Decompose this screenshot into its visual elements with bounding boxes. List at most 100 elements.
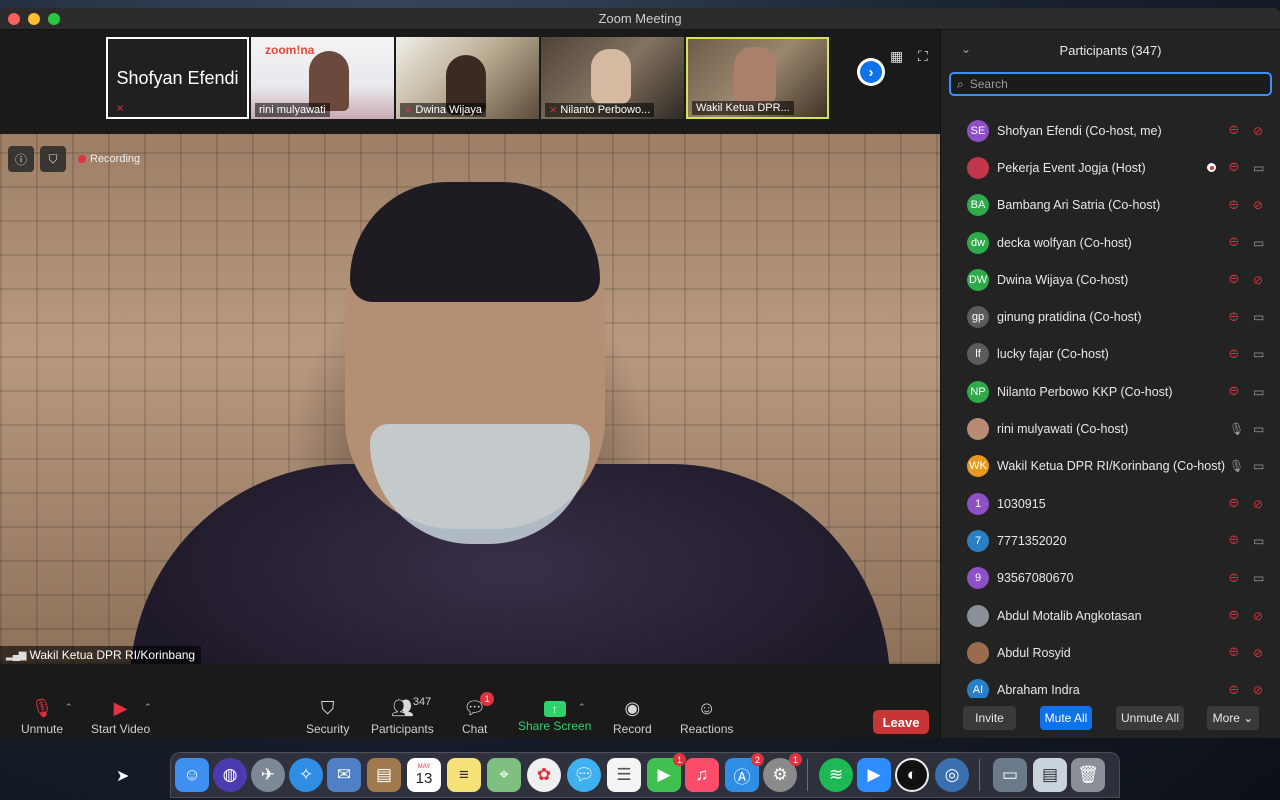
downloads-folder-icon[interactable]: ▭ xyxy=(993,758,1027,792)
participant-row[interactable]: BA Bambang Ari Satria (Co-host) ⨸ ⊘ xyxy=(941,187,1280,224)
participant-name: Shofyan Efendi (Co-host, me) xyxy=(997,123,1162,138)
shield-icon: ⛉ xyxy=(320,698,335,718)
mic-muted-icon: ⨸ xyxy=(1229,570,1239,585)
gallery-view-icon[interactable]: ▦ xyxy=(890,48,903,65)
mic-muted-icon: ⨸ xyxy=(1229,645,1239,660)
participant-row[interactable]: Pekerja Event Jogja (Host) ⨸ ▭ xyxy=(941,149,1280,186)
video-icon: ▭ xyxy=(1253,384,1265,399)
participant-row[interactable]: WK Wakil Ketua DPR RI/Korinbang (Co-host)… xyxy=(941,448,1280,485)
chat-bubble-icon: 💬︎ 1 xyxy=(463,692,495,720)
trash-icon[interactable]: 🗑︎ xyxy=(1071,758,1105,792)
app-store-icon[interactable]: Ⓐ 2 xyxy=(725,753,764,792)
safari-icon[interactable]: ✧ xyxy=(289,758,323,792)
obs-icon[interactable]: ◐ xyxy=(895,758,929,792)
chevron-down-icon[interactable]: ⌄ xyxy=(961,42,971,56)
messages-icon[interactable]: 💬︎ xyxy=(567,758,601,792)
participants-button[interactable]: 👥︎ 347 Participants xyxy=(371,696,434,736)
notes-icon[interactable]: ≡ xyxy=(447,758,481,792)
thumbnail-wakil-ketua[interactable]: Wakil Ketua DPR... xyxy=(686,37,829,119)
participant-row[interactable]: gp ginung pratidina (Co-host) ⨸ ▭ xyxy=(941,298,1280,335)
info-icon[interactable]: ⓘ xyxy=(8,146,34,172)
video-icon: ▭ xyxy=(1253,459,1265,474)
thumbnail-mic: ⨯ xyxy=(112,102,128,115)
participant-row[interactable]: 7 7771352020 ⨸ ▭ xyxy=(941,522,1280,559)
next-page-button[interactable]: › xyxy=(857,58,885,86)
participant-name: Dwina Wijaya (Co-host) xyxy=(997,272,1129,287)
siri-icon[interactable]: ◍ xyxy=(213,758,247,792)
zoom-icon[interactable]: ▶︎ xyxy=(857,758,891,792)
participant-row[interactable]: Abdul Motalib Angkotasan ⨸ ⊘ xyxy=(941,597,1280,634)
participant-row[interactable]: DW Dwina Wijaya (Co-host) ⨸ ⊘ xyxy=(941,261,1280,298)
mail-icon[interactable]: ✉ xyxy=(327,758,361,792)
thumbnail-dwina[interactable]: ⨯ Dwina Wijaya xyxy=(396,37,539,119)
share-options-caret-icon[interactable]: ⌃ xyxy=(578,702,586,713)
maps-icon[interactable]: ⌖ xyxy=(487,758,521,792)
unmute-all-button[interactable]: Unmute All xyxy=(1116,706,1184,730)
video-icon: ▭ xyxy=(1253,160,1265,175)
maximize-window-button[interactable] xyxy=(48,13,60,25)
participant-name: lucky fajar (Co-host) xyxy=(997,347,1109,362)
participant-row[interactable]: dw decka wolfyan (Co-host) ⨸ ▭ xyxy=(941,224,1280,261)
reactions-label: Reactions xyxy=(680,722,734,736)
participant-row[interactable]: AI Abraham Indra ⨸ ⊘ xyxy=(941,671,1280,698)
video-icon: ▭ xyxy=(1253,347,1265,362)
unmute-button[interactable]: 🎙︎ Unmute xyxy=(21,698,63,736)
system-preferences-icon[interactable]: ⚙ 1 xyxy=(763,753,802,792)
record-button[interactable]: ◉ Record xyxy=(613,698,652,736)
audio-options-caret-icon[interactable]: ⌃ xyxy=(65,702,73,713)
mic-muted-icon: ⨸ xyxy=(1229,197,1239,212)
participant-row[interactable]: 9 93567080670 ⨸ ▭ xyxy=(941,560,1280,597)
facetime-icon[interactable]: ▶︎ 1 xyxy=(647,753,686,792)
participant-row[interactable]: Abdul Rosyid ⨸ ⊘ xyxy=(941,634,1280,671)
leave-button[interactable]: Leave xyxy=(873,710,929,734)
security-button[interactable]: ⛉ Security xyxy=(306,698,349,736)
mic-muted-icon: ⨸ xyxy=(1229,123,1239,138)
participant-video xyxy=(309,51,349,111)
thumbnail-shofyan[interactable]: Shofyan Efendi ⨯ xyxy=(106,37,249,119)
more-button[interactable]: More ⌄ xyxy=(1207,706,1259,730)
panel-header: ⌄ Participants (347) xyxy=(941,30,1280,70)
documents-stack-icon[interactable]: ▤ xyxy=(1033,758,1067,792)
thumbnail-big-name: Shofyan Efendi xyxy=(116,67,239,88)
chat-button[interactable]: 💬︎ 1 Chat xyxy=(462,692,495,736)
webex-icon[interactable]: ◎ xyxy=(935,758,969,792)
participant-row[interactable]: NP Nilanto Perbowo KKP (Co-host) ⨸ ▭ xyxy=(941,373,1280,410)
music-icon[interactable]: ♫ xyxy=(685,758,719,792)
calendar-icon[interactable]: MAY 13 xyxy=(407,758,441,792)
launchpad-icon[interactable]: ✈ xyxy=(251,758,285,792)
mute-all-button[interactable]: Mute All xyxy=(1040,706,1092,730)
participant-name: Abdul Motalib Angkotasan xyxy=(997,608,1142,623)
photos-icon[interactable]: ✿ xyxy=(527,758,561,792)
spotify-icon[interactable]: ≋ xyxy=(819,758,853,792)
participant-row[interactable]: SE Shofyan Efendi (Co-host, me) ⨸ ⊘ xyxy=(941,112,1280,149)
speaker-hair xyxy=(350,182,600,302)
participant-name: 1030915 xyxy=(997,496,1046,511)
finder-icon[interactable]: ☺ xyxy=(175,758,209,792)
recording-indicator: Recording xyxy=(78,153,140,165)
participant-name: Nilanto Perbowo KKP (Co-host) xyxy=(997,384,1173,399)
video-options-caret-icon[interactable]: ⌃ xyxy=(144,702,152,713)
minimize-window-button[interactable] xyxy=(28,13,40,25)
video-off-icon: ⊘ xyxy=(1253,198,1264,213)
shield-icon[interactable]: ⛉ xyxy=(40,146,66,172)
fullscreen-icon[interactable]: ⛶ xyxy=(918,48,928,65)
reminders-icon[interactable]: ☰ xyxy=(607,758,641,792)
thumbnail-name: Nilanto Perbowo... xyxy=(560,104,651,116)
invite-button[interactable]: Invite xyxy=(963,706,1016,730)
thumbnail-label: rini mulyawati xyxy=(255,103,330,117)
contacts-icon[interactable]: ▤ xyxy=(367,758,401,792)
thumbnail-rini[interactable]: zoom!na rini mulyawati xyxy=(251,37,394,119)
participant-row[interactable]: lf lucky fajar (Co-host) ⨸ ▭ xyxy=(941,336,1280,373)
mic-muted-icon: ⨸ xyxy=(1229,384,1239,399)
recording-label: Recording xyxy=(90,153,141,165)
thumbnail-nilanto[interactable]: ⨯ Nilanto Perbowo... xyxy=(541,37,684,119)
active-speaker-video: ⓘ ⛉ Recording ▂▄▆ Wakil Ketua DPR RI/Kor… xyxy=(0,134,940,664)
start-video-button[interactable]: ▶︎ Start Video xyxy=(91,698,150,736)
close-window-button[interactable] xyxy=(8,13,20,25)
participant-row[interactable]: rini mulyawati (Co-host) 🎙︎ ▭ xyxy=(941,410,1280,447)
reactions-button[interactable]: ☺ Reactions xyxy=(680,698,733,736)
video-off-icon: ⊘ xyxy=(1253,496,1264,511)
search-input[interactable] xyxy=(969,77,1250,91)
participant-row[interactable]: 1 1030915 ⨸ ⊘ xyxy=(941,485,1280,522)
share-screen-icon: ↑ xyxy=(543,701,566,717)
